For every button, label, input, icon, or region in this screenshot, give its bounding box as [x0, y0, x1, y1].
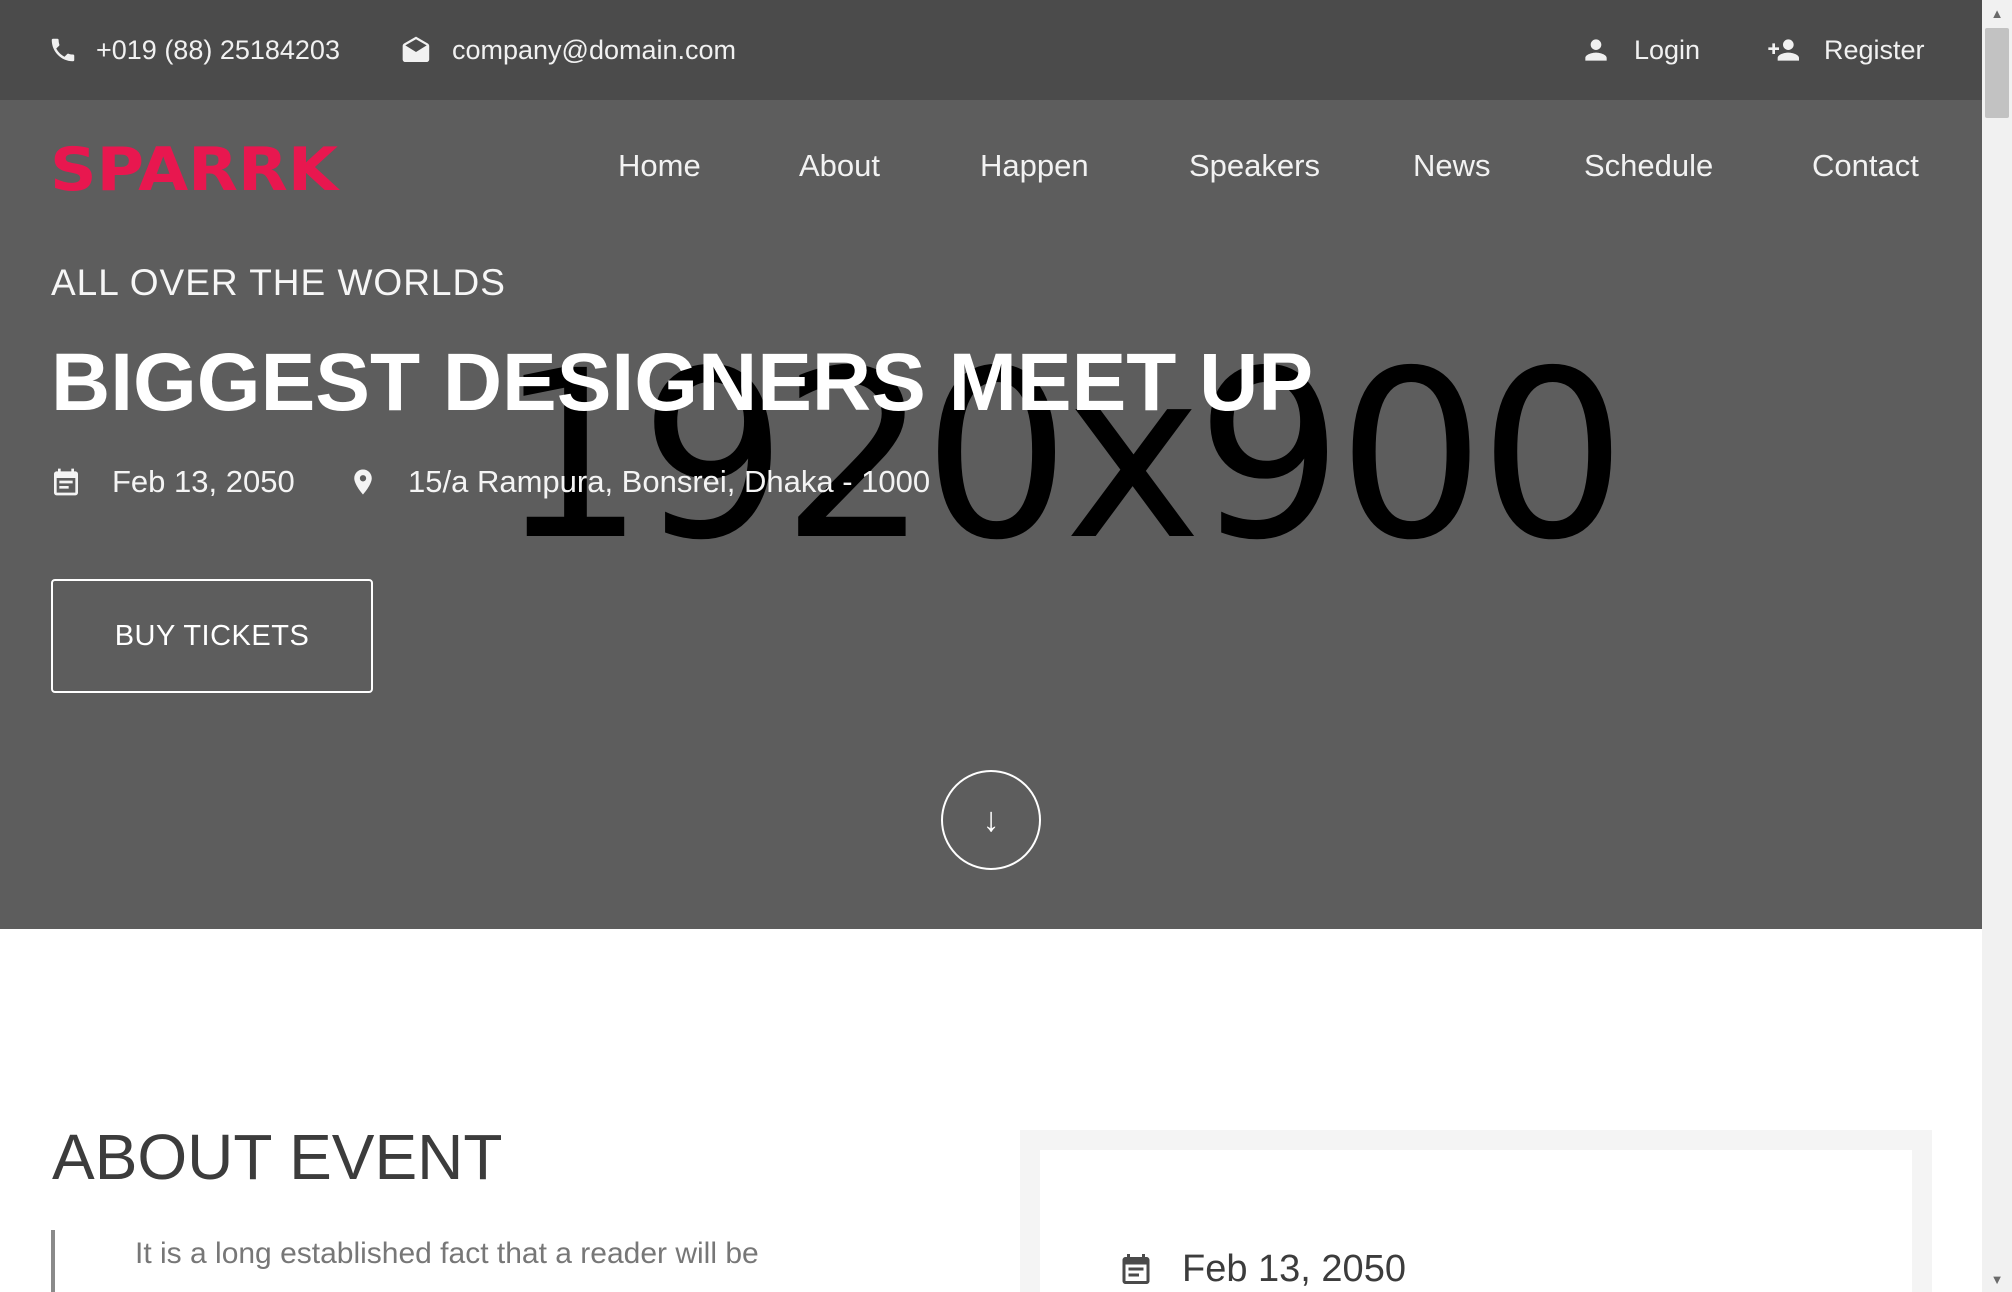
hero-location-text: 15/a Rampura, Bonsrei, Dhaka - 1000 — [408, 464, 931, 499]
nav-happen[interactable]: Happen — [980, 138, 1089, 194]
email-link[interactable]: company@domain.com — [400, 0, 736, 100]
calendar-icon — [54, 468, 78, 496]
hero-section: 1920x900 SPARRK Home About Happen Speake… — [0, 100, 1982, 929]
buy-tickets-button[interactable]: BUY TICKETS — [51, 579, 373, 693]
user-icon — [1585, 39, 1607, 61]
register-link[interactable]: Register — [1762, 0, 1925, 100]
scroll-down-button[interactable]: ↓ — [941, 770, 1041, 870]
brand-logo-text: SPARRK — [50, 138, 340, 198]
hero-date-text: Feb 13, 2050 — [112, 464, 295, 499]
about-title: ABOUT EVENT — [52, 1121, 503, 1193]
user-add-icon — [1768, 39, 1799, 61]
scroll-up-arrow-icon[interactable]: ▲ — [1982, 0, 2012, 26]
brand-logo[interactable]: SPARRK — [50, 138, 340, 198]
top-bar: +019 (88) 25184203 company@domain.com Lo… — [0, 0, 1982, 100]
event-info-date-text: Feb 13, 2050 — [1182, 1247, 1406, 1290]
calendar-icon — [1122, 1254, 1150, 1284]
nav-news[interactable]: News — [1413, 138, 1491, 194]
register-label: Register — [1824, 34, 1925, 65]
event-info-date: Feb 13, 2050 — [1118, 1244, 1406, 1292]
login-label: Login — [1634, 34, 1701, 65]
hero-date: Feb 13, 2050 — [50, 462, 295, 502]
nav-schedule[interactable]: Schedule — [1584, 138, 1713, 194]
nav-contact[interactable]: Contact — [1812, 138, 1919, 194]
scroll-down-arrow-icon[interactable]: ▼ — [1982, 1266, 2012, 1292]
phone-number: +019 (88) 25184203 — [96, 34, 340, 65]
hero-kicker: ALL OVER THE WORLDS — [51, 262, 506, 303]
nav-speakers[interactable]: Speakers — [1189, 138, 1320, 194]
scrollbar-thumb[interactable] — [1985, 28, 2009, 118]
login-link[interactable]: Login — [1580, 0, 1700, 100]
about-quote-text: It is a long established fact that a rea… — [135, 1237, 759, 1270]
nav-about[interactable]: About — [799, 138, 880, 194]
mail-icon — [402, 36, 430, 62]
hero-location: 15/a Rampura, Bonsrei, Dhaka - 1000 — [348, 462, 930, 502]
nav-home[interactable]: Home — [618, 138, 701, 194]
page: +019 (88) 25184203 company@domain.com Lo… — [0, 0, 1982, 1292]
arrow-down-icon: ↓ — [982, 800, 1000, 839]
email-address: company@domain.com — [452, 34, 737, 65]
page-scrollbar[interactable]: ▲ ▼ — [1982, 0, 2012, 1292]
phone-link[interactable]: +019 (88) 25184203 — [48, 0, 340, 100]
phone-icon — [51, 38, 75, 62]
hero-headline: BIGGEST DESIGNERS MEET UP — [51, 337, 1314, 428]
map-pin-icon — [354, 469, 372, 495]
about-quote: It is a long established fact that a rea… — [51, 1230, 951, 1292]
